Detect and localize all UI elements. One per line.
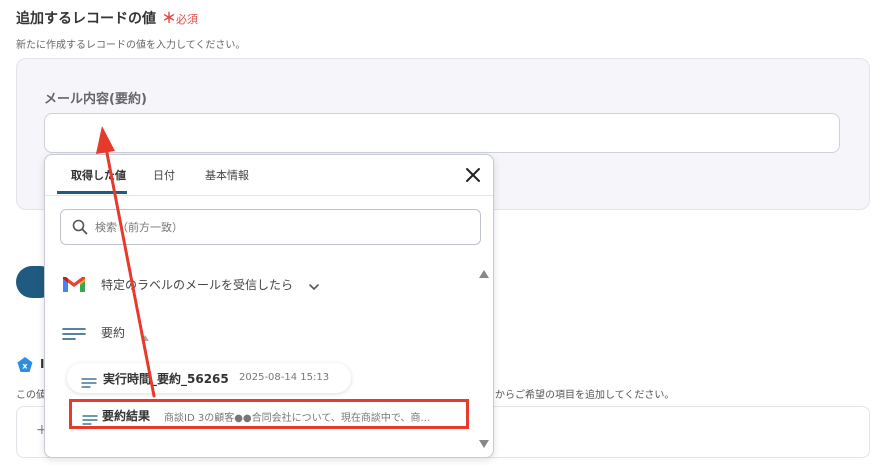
gmail-icon xyxy=(62,275,86,293)
background-description-end: からご希望の項目を追加してください。 xyxy=(495,390,675,401)
triangle-down-icon xyxy=(479,440,489,448)
triangle-up-icon xyxy=(479,270,489,278)
scroll-down-button[interactable] xyxy=(479,433,489,452)
mail-summary-input[interactable] xyxy=(44,113,840,153)
app-logo-letter: x xyxy=(22,362,28,371)
result-value-preview: 商談ID 3の顧客●●合同会社について、現在商談中で、商... xyxy=(164,413,430,424)
value-item-summary-result[interactable]: 要約結果 商談ID 3の顧客●●合同会社について、現在商談中で、商... xyxy=(69,399,469,429)
close-button[interactable] xyxy=(463,165,483,185)
background-description-start: この値 xyxy=(16,390,46,401)
section-title-text: 追加するレコードの値 xyxy=(16,11,156,27)
field-label: メール内容(要約) xyxy=(44,92,147,107)
required-mark: ＊ xyxy=(162,11,176,27)
chip-title: 実行時間_要約_56265 xyxy=(103,372,229,386)
app-logo-icon: x xyxy=(16,356,34,374)
scroll-up-button[interactable] xyxy=(479,263,489,282)
tab-date[interactable]: 日付 xyxy=(153,167,175,183)
tab-basic-info[interactable]: 基本情報 xyxy=(205,167,249,183)
section-description: 新たに作成するレコードの値を入力してください。 xyxy=(16,40,246,51)
summary-group-label[interactable]: 要約 xyxy=(101,324,125,341)
search-input[interactable]: 検索（前方一致） xyxy=(60,209,481,245)
value-picker-popup: 取得した値 日付 基本情報 検索（前方一致） 特定のラベルのメールを受信したら … xyxy=(44,154,494,458)
chevron-down-icon[interactable] xyxy=(308,278,320,291)
popup-tab-bar: 取得した値 日付 基本情報 xyxy=(45,155,493,196)
search-placeholder: 検索（前方一致） xyxy=(95,221,183,234)
chip-timestamp: 2025-08-14 15:13 xyxy=(239,372,330,383)
caret-up-icon[interactable] xyxy=(140,327,150,341)
trigger-group-label[interactable]: 特定のラベルのメールを受信したら xyxy=(101,276,293,293)
result-title: 要約結果 xyxy=(102,409,151,423)
active-tab-indicator xyxy=(57,191,127,194)
search-icon xyxy=(72,219,88,235)
required-label: 必須 xyxy=(176,13,198,26)
tab-acquired-values[interactable]: 取得した値 xyxy=(71,167,126,183)
value-chip-execution-time[interactable]: 実行時間_要約_56265 2025-08-14 15:13 xyxy=(67,363,351,393)
lines-icon xyxy=(81,373,97,388)
section-title: 追加するレコードの値 ＊必須 xyxy=(16,8,198,28)
summary-lines-icon xyxy=(62,326,86,340)
close-icon xyxy=(466,168,480,182)
lines-icon xyxy=(82,410,98,425)
